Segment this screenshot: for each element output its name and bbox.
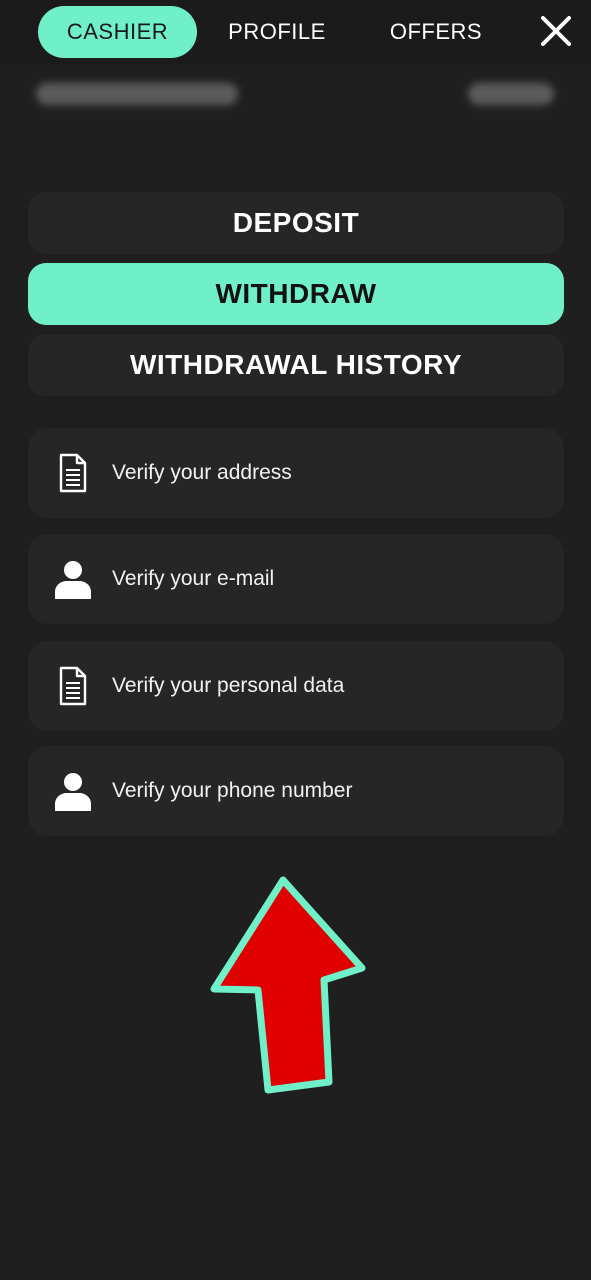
close-button[interactable]	[538, 13, 574, 49]
tab-offers[interactable]: OFFERS	[372, 6, 500, 58]
withdrawal-history-button[interactable]: WITHDRAWAL HISTORY	[28, 334, 564, 396]
verify-phone-label: Verify your phone number	[112, 779, 353, 802]
arrow-up-icon	[210, 876, 366, 1094]
deposit-button[interactable]: DEPOSIT	[28, 192, 564, 254]
blurred-account-id	[36, 83, 238, 105]
blurred-balance	[468, 83, 554, 105]
document-icon	[59, 666, 87, 706]
verify-phone-item[interactable]: Verify your phone number	[28, 746, 564, 836]
verify-address-label: Verify your address	[112, 461, 292, 484]
tab-cashier[interactable]: CASHIER	[38, 6, 197, 58]
document-icon	[59, 453, 87, 493]
tab-profile[interactable]: PROFILE	[212, 6, 342, 58]
cashier-page: CASHIER PROFILE OFFERS DEPOSIT WITHDRAW …	[0, 0, 591, 1280]
verify-email-label: Verify your e-mail	[112, 567, 275, 590]
user-icon	[55, 561, 91, 599]
close-icon	[541, 16, 571, 46]
verify-personal-data-label: Verify your personal data	[112, 674, 345, 697]
top-navigation: CASHIER PROFILE OFFERS	[0, 0, 591, 64]
verify-email-item[interactable]: Verify your e-mail	[28, 534, 564, 624]
user-icon	[55, 773, 91, 811]
withdraw-button[interactable]: WITHDRAW	[28, 263, 564, 325]
verify-address-item[interactable]: Verify your address	[28, 428, 564, 518]
verify-personal-data-item[interactable]: Verify your personal data	[28, 641, 564, 731]
